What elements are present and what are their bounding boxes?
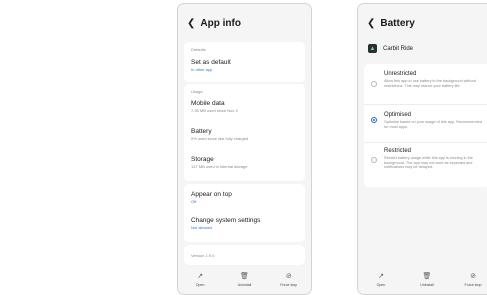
mobile-data-item[interactable]: Mobile data 7.35 MB used since Nov 3: [191, 100, 300, 113]
stop-icon: ⊘: [285, 273, 292, 280]
radio-optimised[interactable]: [371, 117, 377, 123]
appear-on-top-subtitle: Off: [191, 199, 197, 204]
option-optimised-desc: Optimise based on your usage of this app…: [384, 120, 482, 129]
open-label: Open: [376, 283, 386, 287]
battery-header: ❮ Battery: [367, 18, 415, 29]
set-as-default-item[interactable]: Set as default In other app: [191, 59, 300, 72]
permissions-card: Appear on top Off Change system settings…: [184, 184, 305, 242]
back-icon[interactable]: ❮: [187, 18, 195, 29]
mobile-data-subtitle: 7.35 MB used since Nov 3: [191, 108, 238, 113]
battery-subtitle: 0% used since last fully charged: [191, 136, 249, 141]
open-label: Open: [195, 283, 205, 287]
carbit-ride-app-icon: ▲: [368, 44, 377, 53]
change-system-settings-subtitle: Not allowed: [191, 225, 212, 230]
option-optimised-title: Optimised: [384, 112, 412, 118]
battery-title: Battery: [191, 128, 212, 135]
defaults-section-label: Defaults: [191, 47, 206, 52]
radio-unrestricted[interactable]: [371, 81, 377, 87]
battery-options-card: Unrestricted Allow this app to use batte…: [364, 64, 487, 187]
force-stop-label: Force stop: [280, 283, 298, 287]
app-name: Carbit Ride: [383, 45, 414, 52]
defaults-card: Defaults Set as default In other app: [184, 42, 305, 82]
option-restricted-title: Restricted: [384, 148, 412, 154]
page-title: App info: [200, 18, 241, 29]
usage-card: Usage Mobile data 7.35 MB used since Nov…: [184, 84, 305, 181]
mobile-data-title: Mobile data: [191, 100, 225, 107]
app-info-header: ❮ App info: [187, 18, 241, 29]
page-title: Battery: [380, 18, 415, 29]
appear-on-top-item[interactable]: Appear on top Off: [191, 191, 300, 204]
uninstall-button[interactable]: 🗑 Uninstall: [224, 273, 264, 287]
storage-title: Storage: [191, 156, 214, 163]
radio-restricted[interactable]: [371, 157, 377, 163]
bottom-action-bar: ↗ Open 🗑 Uninstall ⊘ Force stop: [358, 266, 487, 294]
option-restricted-desc: Restrict battery usage while this app is…: [384, 156, 473, 170]
battery-item[interactable]: Battery 0% used since last fully charged: [191, 128, 300, 141]
battery-screen: ❮ Battery ▲ Carbit Ride Unrestricted All…: [357, 3, 487, 295]
option-unrestricted-desc: Allow this app to use battery in the bac…: [384, 79, 476, 88]
version-label: Version 1.9.0: [191, 253, 215, 258]
option-unrestricted-title: Unrestricted: [384, 71, 417, 77]
app-identity: ▲ Carbit Ride: [368, 44, 413, 53]
appear-on-top-title: Appear on top: [191, 191, 232, 198]
force-stop-button[interactable]: ⊘ Force stop: [453, 273, 487, 287]
bottom-action-bar: ↗ Open 🗑 Uninstall ⊘ Force stop: [178, 266, 311, 294]
set-as-default-title: Set as default: [191, 59, 231, 66]
force-stop-label: Force stop: [464, 283, 482, 287]
force-stop-button[interactable]: ⊘ Force stop: [269, 273, 309, 287]
option-unrestricted[interactable]: Unrestricted Allow this app to use batte…: [364, 64, 487, 102]
trash-icon: 🗑: [240, 273, 249, 280]
open-button[interactable]: ↗ Open: [361, 273, 401, 287]
uninstall-label: Uninstall: [237, 283, 252, 287]
back-icon[interactable]: ❮: [367, 18, 375, 29]
option-restricted[interactable]: Restricted Restrict battery usage while …: [364, 143, 487, 187]
change-system-settings-title: Change system settings: [191, 217, 261, 224]
version-card: Version 1.9.0: [184, 245, 305, 265]
open-external-icon: ↗: [378, 273, 384, 280]
storage-item[interactable]: Storage 137 MB used in internal storage: [191, 156, 300, 169]
usage-section-label: Usage: [191, 89, 203, 94]
storage-subtitle: 137 MB used in internal storage: [191, 164, 248, 169]
uninstall-button[interactable]: 🗑 Uninstall: [407, 273, 447, 287]
uninstall-label: Uninstall: [420, 283, 434, 287]
trash-icon: 🗑: [422, 273, 432, 280]
set-as-default-subtitle: In other app: [191, 67, 213, 72]
change-system-settings-item[interactable]: Change system settings Not allowed: [191, 217, 300, 230]
option-optimised[interactable]: Optimised Optimise based on your usage o…: [364, 105, 487, 141]
open-button[interactable]: ↗ Open: [180, 273, 220, 287]
app-info-screen: ❮ App info Defaults Set as default In ot…: [177, 3, 312, 295]
stop-icon: ⊘: [470, 273, 476, 280]
open-external-icon: ↗: [197, 273, 204, 280]
